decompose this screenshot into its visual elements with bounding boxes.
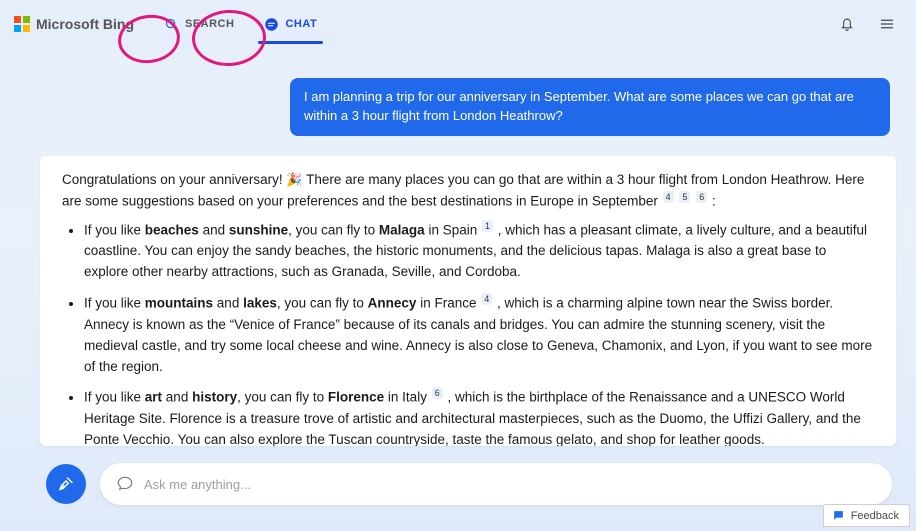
tab-search-label: SEARCH	[185, 18, 234, 30]
brand-logo[interactable]: Microsoft Bing	[14, 16, 134, 32]
notifications-button[interactable]	[836, 13, 858, 35]
party-popper-icon: 🎉	[286, 172, 302, 187]
citation[interactable]: 6	[696, 191, 707, 203]
chat-bubble-icon	[116, 475, 134, 493]
tab-chat-label: CHAT	[285, 18, 317, 30]
citation[interactable]: 4	[663, 191, 674, 203]
citation[interactable]: 1	[482, 220, 493, 232]
list-item: If you like beaches and sunshine, you ca…	[84, 220, 874, 283]
bell-icon	[838, 15, 856, 33]
bot-response-card: Congratulations on your anniversary! 🎉 T…	[40, 156, 896, 446]
chat-area: I am planning a trip for our anniversary…	[40, 78, 896, 483]
bot-intro-colon: :	[712, 193, 716, 208]
new-topic-button[interactable]	[46, 464, 86, 504]
chat-icon	[264, 17, 279, 32]
feedback-icon	[832, 509, 845, 522]
suggestion-list: If you like beaches and sunshine, you ca…	[84, 220, 874, 446]
ask-input[interactable]	[144, 477, 876, 492]
hamburger-menu-button[interactable]	[876, 13, 898, 35]
tab-search[interactable]: SEARCH	[162, 11, 236, 38]
citation[interactable]: 4	[481, 293, 492, 305]
list-item: If you like mountains and lakes, you can…	[84, 293, 874, 377]
microsoft-logo-icon	[14, 16, 30, 32]
list-item: If you like art and history, you can fly…	[84, 387, 874, 445]
hamburger-icon	[878, 15, 896, 33]
search-icon	[164, 17, 179, 32]
citation[interactable]: 6	[432, 387, 443, 399]
compose-row	[46, 463, 892, 505]
mode-tabs: SEARCH CHAT	[162, 11, 319, 38]
feedback-button[interactable]: Feedback	[823, 504, 910, 527]
header: Microsoft Bing SEARCH CHAT	[0, 0, 916, 48]
header-right	[836, 13, 898, 35]
citation[interactable]: 5	[679, 191, 690, 203]
brand-name: Microsoft Bing	[36, 16, 134, 32]
feedback-label: Feedback	[851, 510, 899, 522]
tab-chat[interactable]: CHAT	[262, 11, 319, 38]
ask-box[interactable]	[100, 463, 892, 505]
user-message-bubble: I am planning a trip for our anniversary…	[290, 78, 890, 136]
bot-intro-pre: Congratulations on your anniversary!	[62, 172, 286, 187]
broom-icon	[57, 475, 75, 493]
